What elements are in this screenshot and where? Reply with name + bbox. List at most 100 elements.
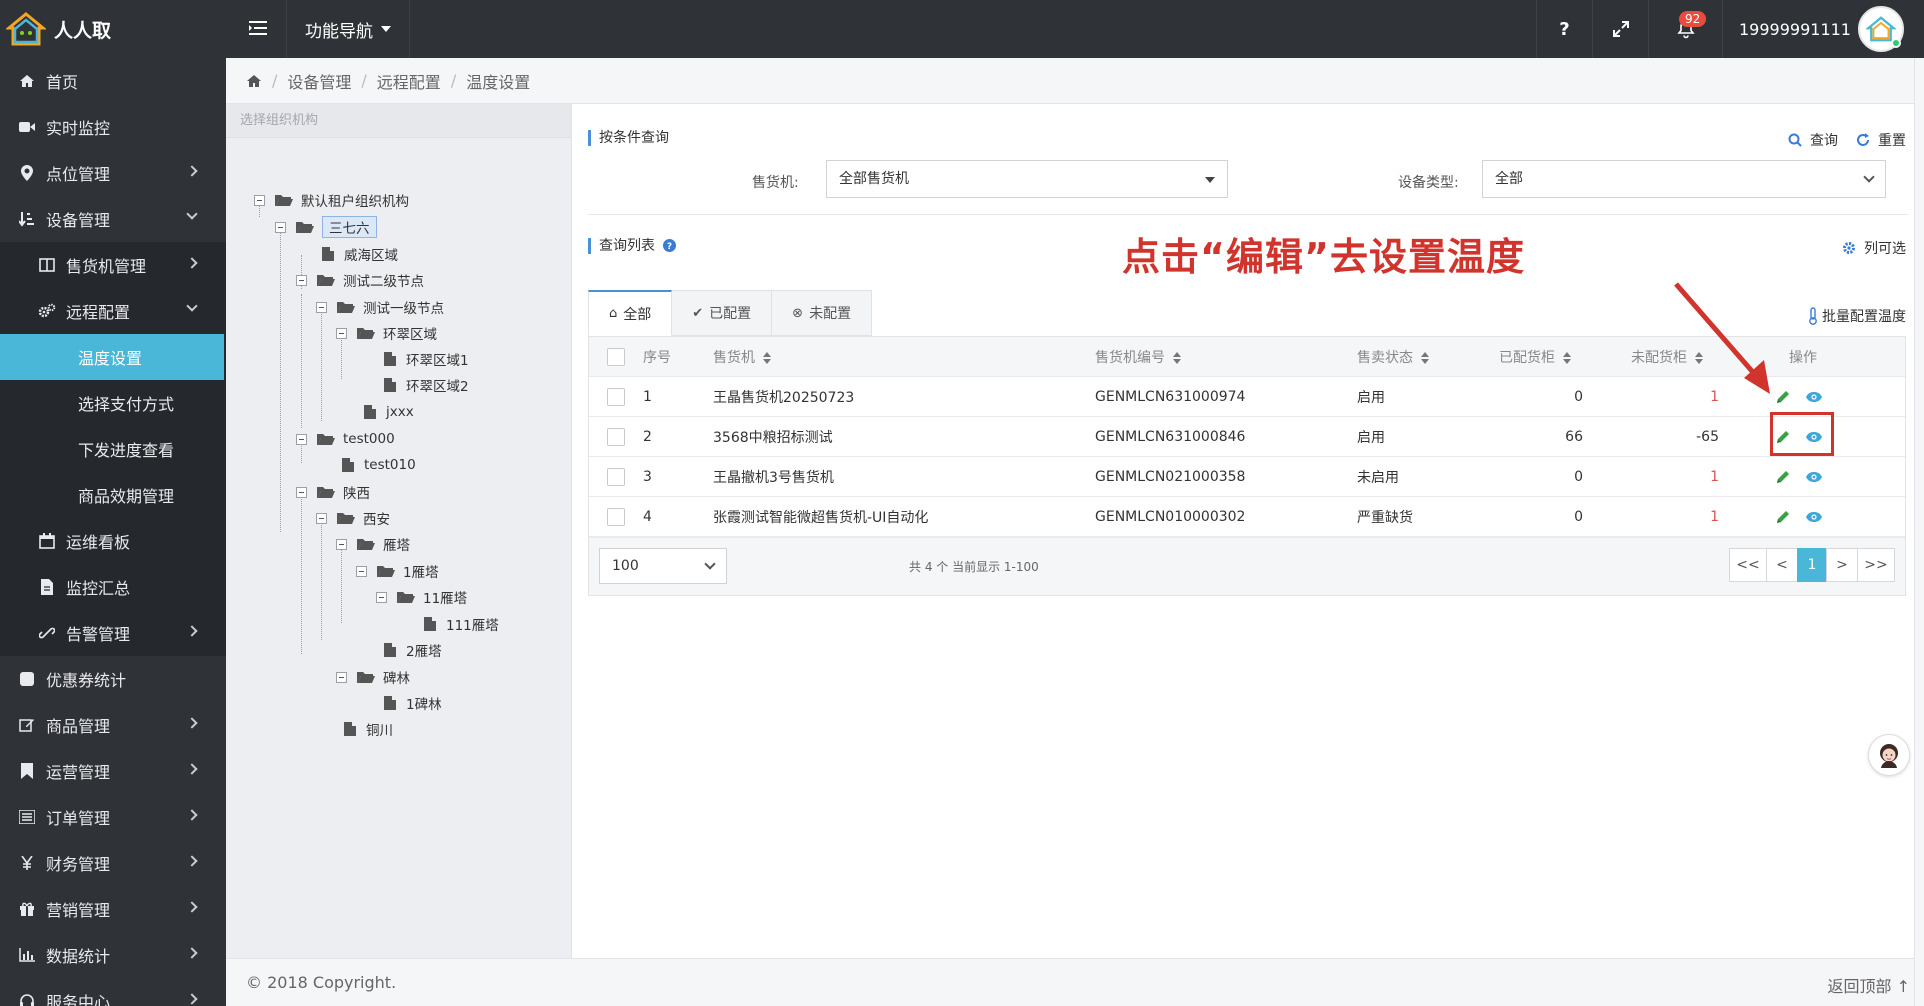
collapse-toggle-icon[interactable] — [316, 512, 327, 524]
menu-toggle-icon[interactable] — [246, 16, 270, 40]
tree-node[interactable]: 陕西 — [296, 481, 370, 503]
avatar[interactable] — [1858, 6, 1904, 52]
page-scrollbar[interactable] — [1914, 58, 1924, 1006]
sidebar-item-ops-board[interactable]: 运维看板 — [0, 518, 226, 564]
tree-node[interactable]: 测试二级节点 — [296, 269, 424, 291]
sidebar-item-temperature[interactable]: 温度设置 — [0, 334, 224, 380]
row-checkbox[interactable] — [607, 387, 625, 406]
breadcrumb-item[interactable]: 设备管理 — [287, 69, 351, 93]
sidebar-item-finance[interactable]: 财务管理 — [0, 840, 226, 886]
device-type-select[interactable]: 全部 — [1482, 160, 1886, 198]
sidebar-item-vending[interactable]: 售货机管理 — [0, 242, 226, 288]
notifications-button[interactable]: 92 — [1648, 0, 1722, 58]
collapse-toggle-icon[interactable] — [336, 538, 347, 550]
sidebar-item-alarm[interactable]: 告警管理 — [0, 610, 226, 656]
collapse-toggle-icon[interactable] — [296, 486, 307, 498]
reset-button[interactable]: 重置 — [1856, 130, 1906, 150]
collapse-toggle-icon[interactable] — [296, 433, 307, 445]
view-eye-icon[interactable] — [1805, 471, 1823, 483]
tree-node[interactable]: jxxx — [364, 401, 414, 423]
batch-config-button[interactable]: 批量配置温度 — [1808, 306, 1906, 326]
view-eye-icon[interactable] — [1805, 511, 1823, 523]
sidebar-item-coupon[interactable]: 优惠券统计 — [0, 656, 226, 702]
sidebar-item-operation[interactable]: 运营管理 — [0, 748, 226, 794]
sortable-header[interactable]: 已配货柜 — [1487, 347, 1587, 367]
collapse-toggle-icon[interactable] — [254, 194, 265, 206]
next-page-button[interactable]: > — [1826, 548, 1858, 582]
sidebar-item-remote-config[interactable]: 远程配置 — [0, 288, 226, 334]
sidebar-item-realtime-monitor[interactable]: 实时监控 — [0, 104, 226, 150]
tree-node[interactable]: 西安 — [316, 507, 390, 529]
sidebar-item-expiry[interactable]: 商品效期管理 — [0, 472, 226, 518]
home-icon[interactable] — [246, 74, 262, 88]
page-size-select[interactable]: 100 — [599, 548, 727, 584]
collapse-toggle-icon[interactable] — [316, 301, 327, 313]
tab-unconfigured[interactable]: ⊗ 未配置 — [772, 290, 873, 336]
collapse-toggle-icon[interactable] — [356, 565, 367, 577]
edit-pencil-icon[interactable] — [1775, 469, 1791, 485]
tree-node[interactable]: 环翠区域 — [336, 322, 437, 344]
tree-node[interactable]: test000 — [296, 428, 395, 450]
tree-node[interactable]: 测试一级节点 — [316, 296, 444, 318]
sidebar-item-home[interactable]: 首页 — [0, 58, 226, 104]
sidebar-item-monitor-summary[interactable]: 监控汇总 — [0, 564, 226, 610]
row-checkbox[interactable] — [607, 427, 625, 446]
sidebar-item-product[interactable]: 商品管理 — [0, 702, 226, 748]
tree-node[interactable]: 环翠区域2 — [384, 374, 469, 396]
question-circle-icon[interactable]: ? — [663, 239, 677, 252]
collapse-toggle-icon[interactable] — [336, 327, 347, 339]
edit-pencil-icon[interactable] — [1775, 509, 1791, 525]
tree-node[interactable]: 雁塔 — [336, 533, 410, 555]
sidebar-item-statistics[interactable]: 数据统计 — [0, 932, 226, 978]
sidebar-item-marketing[interactable]: 营销管理 — [0, 886, 226, 932]
last-page-button[interactable]: >> — [1857, 548, 1895, 582]
collapse-toggle-icon[interactable] — [336, 671, 347, 683]
tree-node-selected[interactable]: 三七六 — [275, 216, 377, 238]
first-page-button[interactable]: << — [1729, 548, 1767, 582]
tree-node[interactable]: 1碑林 — [384, 692, 442, 714]
customer-service-avatar[interactable] — [1868, 734, 1910, 776]
fullscreen-button[interactable] — [1592, 0, 1648, 58]
sidebar-item-order[interactable]: 订单管理 — [0, 794, 226, 840]
sidebar-item-dispatch-progress[interactable]: 下发进度查看 — [0, 426, 226, 472]
tab-configured[interactable]: ✔ 已配置 — [672, 290, 773, 336]
user-menu[interactable]: 19999991111 — [1722, 0, 1869, 58]
sidebar-item-service[interactable]: 服务中心 — [0, 978, 226, 1006]
prev-page-button[interactable]: < — [1766, 548, 1798, 582]
breadcrumb-item[interactable]: 远程配置 — [377, 69, 441, 93]
page-1-button[interactable]: 1 — [1797, 548, 1827, 582]
chevron-right-icon — [186, 809, 198, 821]
tree-node[interactable]: 默认租户组织机构 — [254, 189, 409, 211]
sortable-header[interactable]: 售货机 — [713, 347, 1095, 367]
collapse-toggle-icon[interactable] — [296, 274, 307, 286]
breadcrumb-item-current: 温度设置 — [466, 72, 531, 92]
collapse-toggle-icon[interactable] — [376, 591, 387, 603]
function-nav-dropdown[interactable]: 功能导航 — [286, 0, 410, 58]
column-select-button[interactable]: 列可选 — [1842, 238, 1906, 258]
tree-node[interactable]: 1雁塔 — [356, 560, 439, 582]
row-checkbox[interactable] — [607, 467, 625, 486]
tree-node[interactable]: test010 — [342, 454, 416, 476]
row-checkbox[interactable] — [607, 507, 625, 526]
tree-node[interactable]: 111雁塔 — [424, 613, 499, 635]
tree-node[interactable]: 碑林 — [336, 666, 410, 688]
sidebar-item-payment-method[interactable]: 选择支付方式 — [0, 380, 226, 426]
sortable-header[interactable]: 售卖状态 — [1357, 347, 1487, 367]
sidebar-item-device[interactable]: 设备管理 — [0, 196, 226, 242]
tree-node[interactable]: 铜川 — [344, 718, 393, 740]
tree-node[interactable]: 威海区域 — [322, 243, 398, 265]
collapse-toggle-icon[interactable] — [275, 221, 286, 233]
back-to-top-link[interactable]: 返回顶部 ↑ — [1827, 973, 1910, 997]
tab-all[interactable]: ⌂ 全部 — [588, 290, 673, 336]
tree-node[interactable]: 环翠区域1 — [384, 348, 469, 370]
vending-select[interactable]: 全部售货机 — [826, 160, 1228, 198]
view-eye-icon[interactable] — [1805, 391, 1823, 403]
search-button[interactable]: 查询 — [1788, 130, 1838, 150]
sortable-header[interactable]: 售货机编号 — [1095, 347, 1357, 367]
sidebar-item-location[interactable]: 点位管理 — [0, 150, 226, 196]
logo[interactable]: 人人取 — [6, 8, 226, 50]
select-all-checkbox[interactable] — [607, 347, 625, 366]
tree-node[interactable]: 2雁塔 — [384, 639, 442, 661]
tree-node[interactable]: 11雁塔 — [376, 586, 467, 608]
help-button[interactable]: ? — [1536, 0, 1592, 58]
